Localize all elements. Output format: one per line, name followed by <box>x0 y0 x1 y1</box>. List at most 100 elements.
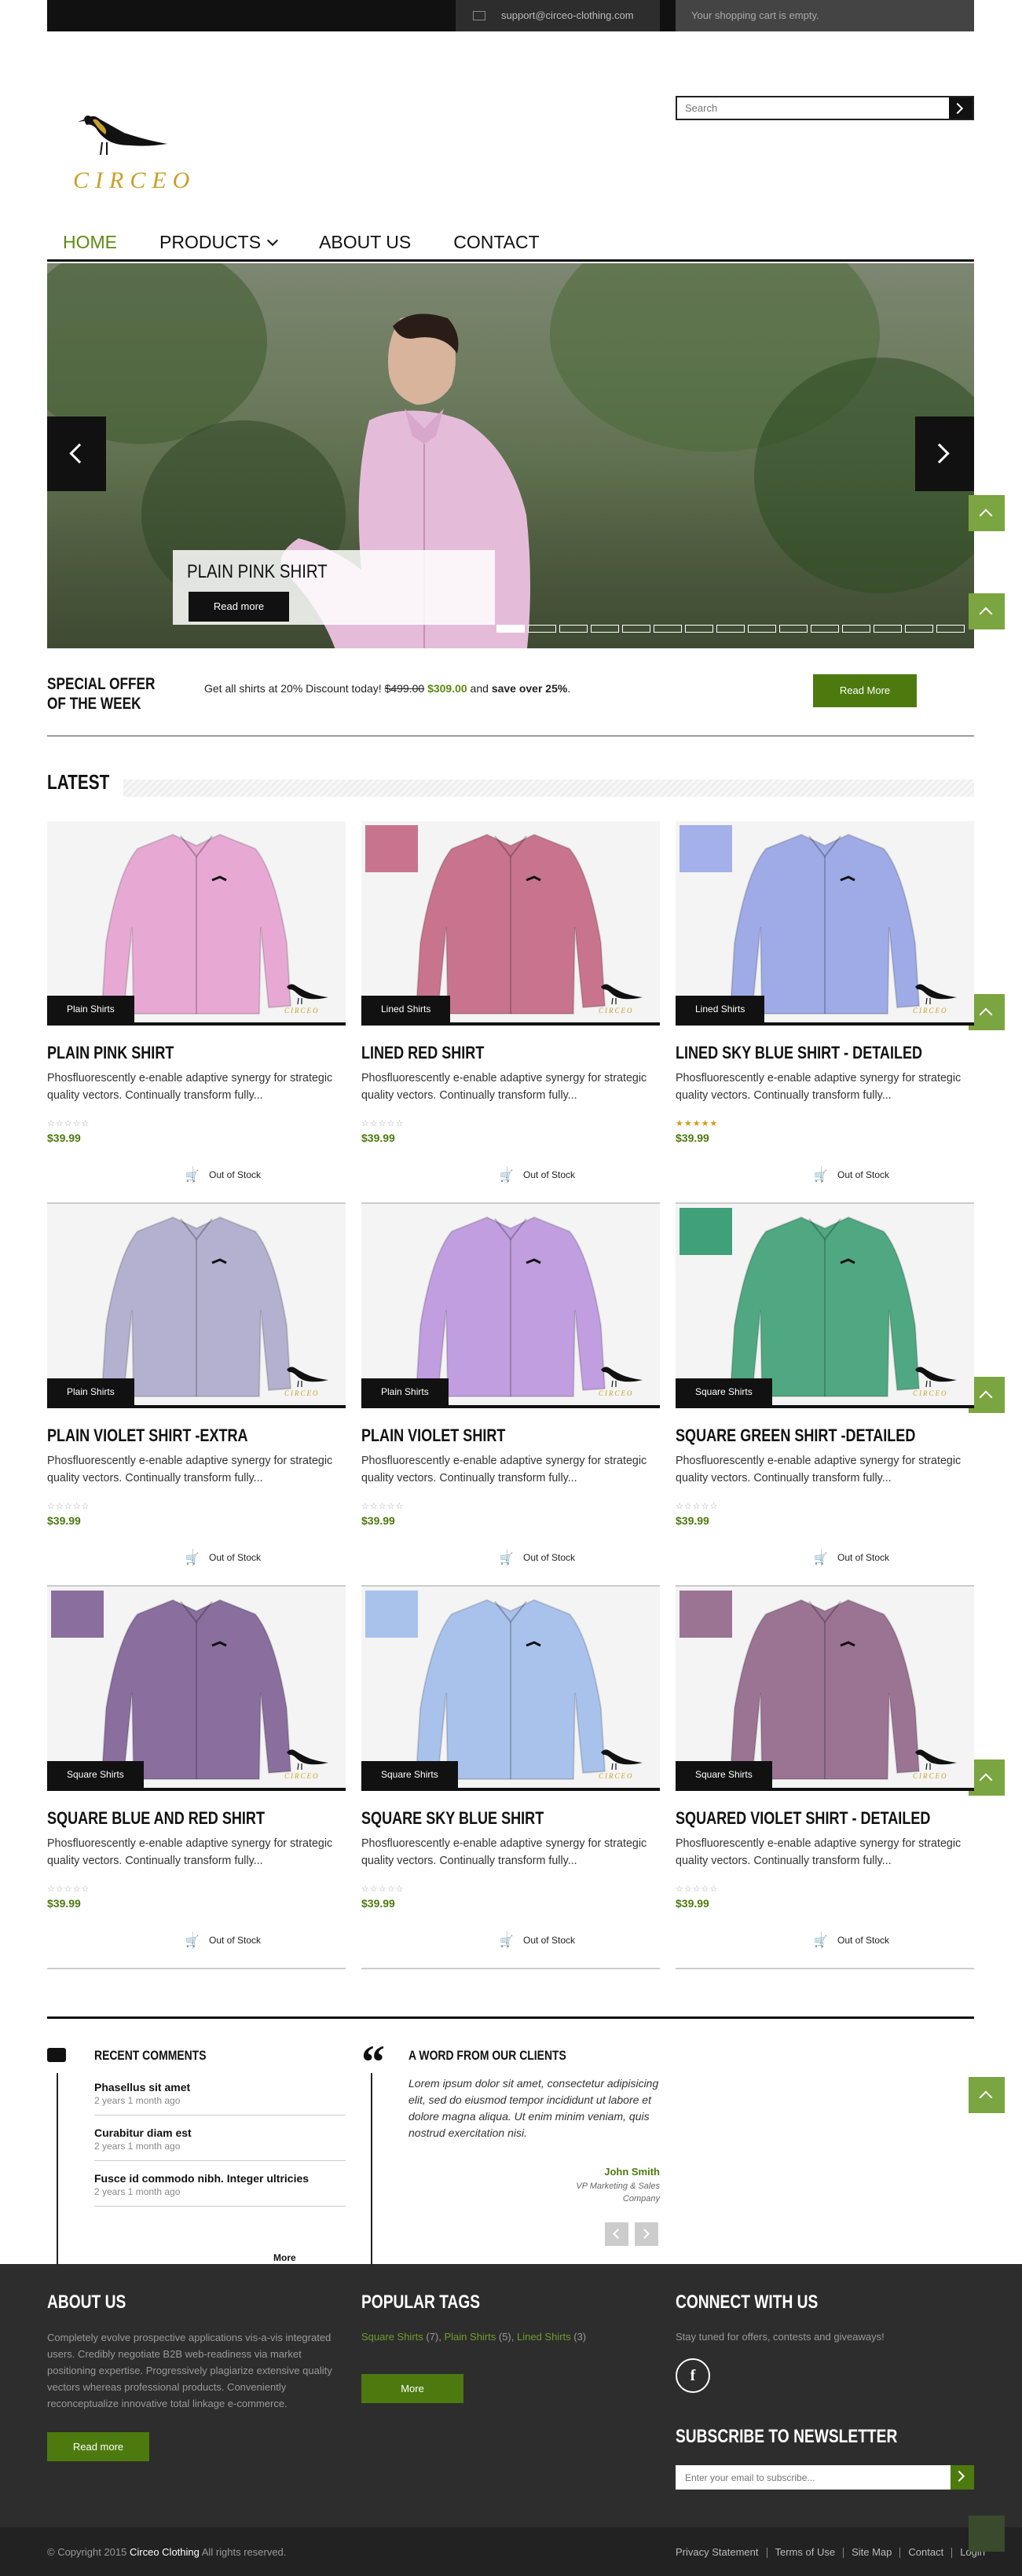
product-title[interactable]: PLAIN VIOLET SHIRT <box>361 1426 606 1446</box>
shirt-image <box>729 1598 921 1780</box>
product-image[interactable]: Plain Shirts CIRCEO <box>47 1204 346 1408</box>
offer-read-more-button[interactable]: Read More <box>813 674 917 707</box>
product-category-badge[interactable]: Lined Shirts <box>676 996 765 1022</box>
product-title[interactable]: LINED SKY BLUE SHIRT - DETAILED <box>676 1043 922 1063</box>
product-image[interactable]: Square Shirts CIRCEO <box>361 1587 660 1791</box>
product-title[interactable]: PLAIN VIOLET SHIRT -EXTRA <box>47 1426 292 1446</box>
copyright-brand-link[interactable]: Circeo Clothing <box>130 2546 200 2558</box>
slide-read-more-button[interactable]: Read more <box>189 592 289 622</box>
slider-dot[interactable] <box>496 625 525 633</box>
product-title[interactable]: SQUARE SKY BLUE SHIRT <box>361 1808 606 1829</box>
sitemap-link[interactable]: Site Map <box>852 2546 892 2558</box>
cart-summary[interactable]: Your shopping cart is empty. <box>676 0 974 31</box>
product-card[interactable]: Square Shirts CIRCEO SQUARE GREEN SHIRT … <box>676 1204 974 1587</box>
product-title[interactable]: SQUARE BLUE AND RED SHIRT <box>47 1808 292 1829</box>
product-category-badge[interactable]: Square Shirts <box>361 1761 458 1788</box>
search-button[interactable] <box>949 97 973 119</box>
product-card[interactable]: Plain Shirts CIRCEO PLAIN PINK SHIRT Pho… <box>47 821 346 1204</box>
scroll-top-button[interactable] <box>969 495 1005 531</box>
comment-item[interactable]: Curabitur diam est 2 years 1 month ago <box>94 2126 346 2161</box>
product-image[interactable]: Lined Shirts CIRCEO <box>361 821 660 1026</box>
product-category-badge[interactable]: Square Shirts <box>676 1378 772 1405</box>
product-image[interactable]: Plain Shirts CIRCEO <box>47 821 346 1026</box>
product-category-badge[interactable]: Square Shirts <box>47 1761 144 1788</box>
slider-dot[interactable] <box>748 625 776 633</box>
back-to-top-button[interactable] <box>969 2515 1005 2552</box>
product-title[interactable]: SQUARE GREEN SHIRT -DETAILED <box>676 1426 921 1446</box>
slider-dot[interactable] <box>936 625 965 633</box>
slider-dot[interactable] <box>685 625 713 633</box>
product-category-badge[interactable]: Square Shirts <box>676 1761 772 1788</box>
slider-dot[interactable] <box>559 625 588 633</box>
tag-square-shirts[interactable]: Square Shirts <box>361 2331 423 2343</box>
facebook-icon[interactable]: f <box>676 2358 710 2393</box>
rating-stars[interactable]: ☆☆☆☆☆ <box>676 1501 974 1511</box>
scroll-top-button[interactable] <box>969 593 1005 629</box>
slider-dot[interactable] <box>716 625 745 633</box>
terms-link[interactable]: Terms of Use <box>775 2546 836 2558</box>
comment-item[interactable]: Phasellus sit amet 2 years 1 month ago <box>94 2081 346 2115</box>
slider-dot[interactable] <box>622 625 650 633</box>
slider-dot[interactable] <box>905 625 933 633</box>
slider-dot[interactable] <box>528 625 556 633</box>
product-category-badge[interactable]: Plain Shirts <box>47 1378 134 1405</box>
testimonial-next-button[interactable] <box>635 2222 658 2246</box>
tags-more-button[interactable]: More <box>361 2374 463 2403</box>
product-title[interactable]: LINED RED SHIRT <box>361 1043 606 1063</box>
rating-stars[interactable]: ☆☆☆☆☆ <box>676 1884 974 1894</box>
product-category-badge[interactable]: Plain Shirts <box>361 1378 449 1405</box>
product-image[interactable]: Plain Shirts CIRCEO <box>361 1204 660 1408</box>
product-card[interactable]: Square Shirts CIRCEO SQUARE SKY BLUE SHI… <box>361 1587 660 1969</box>
product-title[interactable]: PLAIN PINK SHIRT <box>47 1043 292 1063</box>
newsletter-email-input[interactable] <box>676 2465 951 2490</box>
product-title[interactable]: SQUARED VIOLET SHIRT - DETAILED <box>676 1808 930 1829</box>
testimonial-prev-button[interactable] <box>605 2222 628 2246</box>
slider-dot[interactable] <box>811 625 839 633</box>
slider-dot[interactable] <box>779 625 808 633</box>
product-card[interactable]: Square Shirts CIRCEO SQUARED VIOLET SHIR… <box>676 1587 974 1969</box>
product-card[interactable]: Lined Shirts CIRCEO LINED SKY BLUE SHIRT… <box>676 821 974 1204</box>
product-category-badge[interactable]: Plain Shirts <box>47 996 134 1022</box>
product-card[interactable]: Plain Shirts CIRCEO PLAIN VIOLET SHIRT P… <box>361 1204 660 1587</box>
nav-about[interactable]: ABOUT US <box>319 232 411 253</box>
rating-stars[interactable]: ☆☆☆☆☆ <box>361 1118 660 1128</box>
newsletter-title: SUBSCRIBE TO NEWSLETTER <box>676 2426 898 2447</box>
rating-stars[interactable]: ☆☆☆☆☆ <box>361 1501 660 1511</box>
rating-stars[interactable]: ★★★★★ <box>676 1118 974 1128</box>
product-card[interactable]: Square Shirts CIRCEO SQUARE BLUE AND RED… <box>47 1587 346 1969</box>
product-image[interactable]: Lined Shirts CIRCEO <box>676 821 974 1026</box>
comment-item[interactable]: Fusce id commodo nibh. Integer ultricies… <box>94 2172 346 2207</box>
logo[interactable]: CIRCEO <box>69 106 195 196</box>
slider-dot[interactable] <box>654 625 682 633</box>
privacy-link[interactable]: Privacy Statement <box>676 2546 759 2558</box>
tag-lined-shirts[interactable]: Lined Shirts <box>517 2331 571 2343</box>
fabric-swatch <box>365 1591 418 1638</box>
slider-dot[interactable] <box>842 625 870 633</box>
rating-stars[interactable]: ☆☆☆☆☆ <box>47 1501 346 1511</box>
shirt-image <box>415 1216 606 1397</box>
product-card[interactable]: Lined Shirts CIRCEO LINED RED SHIRT Phos… <box>361 821 660 1204</box>
contact-link[interactable]: Contact <box>908 2546 943 2558</box>
nav-products[interactable]: PRODUCTS <box>159 232 279 253</box>
product-image[interactable]: Square Shirts CIRCEO <box>47 1587 346 1791</box>
product-category-badge[interactable]: Lined Shirts <box>361 996 451 1022</box>
rating-stars[interactable]: ☆☆☆☆☆ <box>47 1884 346 1894</box>
nav-contact[interactable]: CONTACT <box>453 232 539 253</box>
slider-dot[interactable] <box>591 625 619 633</box>
product-image[interactable]: Square Shirts CIRCEO <box>676 1587 974 1791</box>
offer-save: save over 25% <box>491 682 568 695</box>
newsletter-submit-button[interactable] <box>951 2465 974 2490</box>
tag-plain-shirts[interactable]: Plain Shirts <box>445 2331 496 2343</box>
support-email[interactable]: support@circeo-clothing.com <box>456 0 660 31</box>
slider-dot[interactable] <box>874 625 902 633</box>
search-input[interactable] <box>677 97 949 119</box>
slider-prev-button[interactable] <box>47 416 106 491</box>
product-card[interactable]: Plain Shirts CIRCEO PLAIN VIOLET SHIRT -… <box>47 1204 346 1587</box>
nav-home[interactable]: HOME <box>63 232 117 253</box>
rating-stars[interactable]: ☆☆☆☆☆ <box>47 1118 346 1128</box>
slider-next-button[interactable] <box>915 416 974 491</box>
footer-read-more-button[interactable]: Read more <box>47 2432 149 2461</box>
scroll-top-button[interactable] <box>969 2077 1005 2113</box>
rating-stars[interactable]: ☆☆☆☆☆ <box>361 1884 660 1894</box>
product-image[interactable]: Square Shirts CIRCEO <box>676 1204 974 1408</box>
